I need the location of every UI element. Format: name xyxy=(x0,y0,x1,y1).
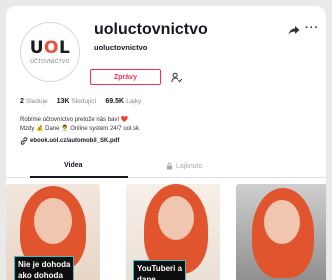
profile-username: uoluctovnictvo xyxy=(94,21,208,38)
video-thumbnail[interactable]: Nie je dohoda ako dohoda xyxy=(6,184,100,280)
content-tabs: Videa Lajknuto xyxy=(6,156,326,178)
video-person-face xyxy=(264,200,300,244)
avatar-logo-sub: ÚČTOVNÍCTVO xyxy=(30,58,70,65)
tab-liked[interactable]: Lajknuto xyxy=(166,162,202,170)
tab-videos[interactable]: Videa xyxy=(64,162,83,169)
share-icon[interactable] xyxy=(287,23,301,37)
follow-user-button[interactable] xyxy=(169,70,183,84)
profile-link[interactable]: ebook.uol.cz/automobil_SK.pdf xyxy=(20,137,119,145)
lock-icon xyxy=(166,162,173,170)
video-person-face xyxy=(34,198,72,244)
video-caption: Nie je dohoda ako dohoda xyxy=(14,256,75,280)
avatar-logo: UOL xyxy=(29,37,71,58)
link-icon xyxy=(20,137,28,145)
video-thumbnail[interactable] xyxy=(236,184,326,280)
video-thumbnail[interactable]: YouTuberi a dane xyxy=(126,184,220,280)
more-options-icon[interactable]: ··· xyxy=(305,22,319,34)
avatar[interactable]: UOL ÚČTOVNÍCTVO xyxy=(20,22,80,82)
following-stat[interactable]: 2 Sleduje xyxy=(20,98,48,105)
video-caption: YouTuberi a dane xyxy=(133,260,187,280)
profile-card: UOL ÚČTOVNÍCTVO uoluctovnictvo uoluctovn… xyxy=(6,6,326,280)
bio-line-2: Mzdy 💰 Dane 👨‍💼 Online systém 24/7 uol.s… xyxy=(20,126,139,132)
user-follow-icon xyxy=(170,72,182,82)
tab-liked-label: Lajknuto xyxy=(176,162,203,170)
likes-stat: 69.5K Lajky xyxy=(105,98,142,105)
video-person-face xyxy=(158,196,194,240)
followers-stat[interactable]: 13K Sledující xyxy=(57,98,97,105)
profile-link-text: ebook.uol.cz/automobil_SK.pdf xyxy=(30,138,120,144)
bio-line-1: Robíme účtovníctvo pretože nás baví ❤️ xyxy=(20,117,129,123)
profile-stats: 2 Sleduje 13K Sledující 69.5K Lajky xyxy=(20,98,141,105)
active-tab-indicator xyxy=(30,176,128,178)
profile-bio: Robíme účtovníctvo pretože nás baví ❤️ M… xyxy=(20,116,139,134)
message-button[interactable]: Zprávy xyxy=(90,69,161,85)
profile-nickname: uoluctovnictvo xyxy=(94,43,148,52)
